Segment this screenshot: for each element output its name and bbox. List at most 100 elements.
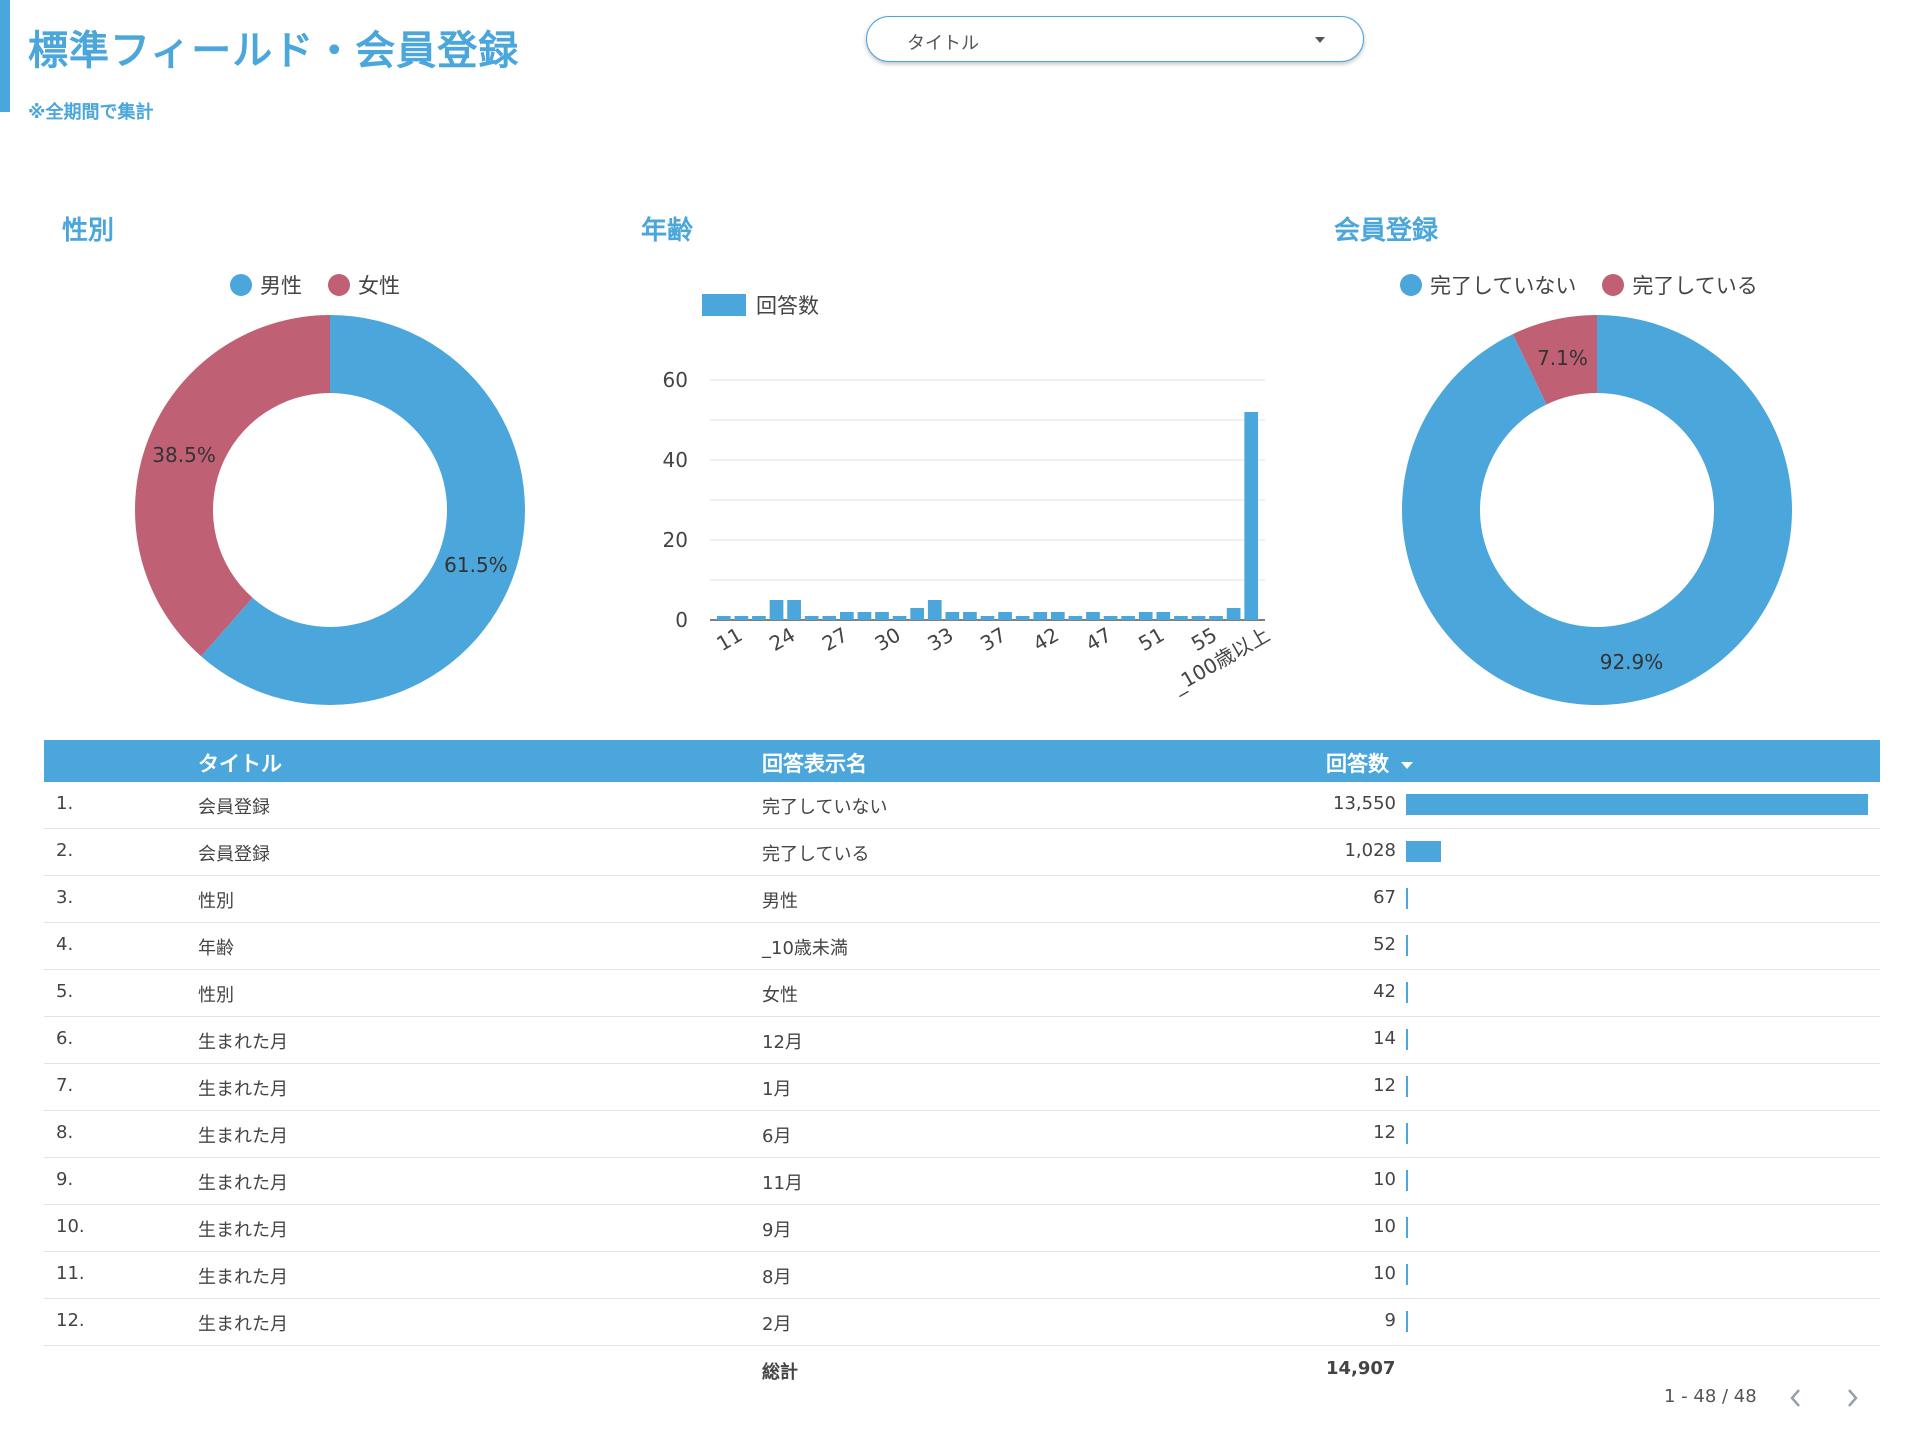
row-count-bar [1406, 888, 1409, 909]
column-header-answer[interactable]: 回答表示名 [762, 748, 867, 778]
row-title: 性別 [198, 891, 234, 912]
row-answer: 1月 [762, 1079, 792, 1100]
x-tick-label: 24 [765, 622, 799, 656]
age-bar[interactable] [839, 612, 854, 620]
table-row[interactable]: 12. 生まれた月 2月 9 [44, 1299, 1880, 1346]
x-tick-label: 33 [923, 622, 957, 656]
registration-donut-chart: 92.9% 7.1% [1402, 315, 1792, 705]
row-title: 生まれた月 [198, 1314, 288, 1335]
age-bar[interactable] [1068, 616, 1083, 620]
age-bar[interactable] [1086, 612, 1100, 620]
row-answer: 女性 [762, 985, 798, 1006]
slice-value-label: 61.5% [444, 553, 508, 577]
responses-table: タイトル 回答表示名 回答数 1. 会員登録 完了していない 13,550 2. 会員登録… [44, 740, 1880, 1392]
page-subtitle: ※全期間で集計 [28, 102, 154, 123]
table-row[interactable]: 9. 生まれた月 11月 10 [44, 1158, 1880, 1205]
age-bar[interactable] [1156, 612, 1171, 620]
age-bar[interactable] [716, 616, 731, 620]
age-bar[interactable] [910, 608, 925, 620]
row-answer: 2月 [762, 1314, 792, 1335]
row-count-bar [1406, 841, 1442, 862]
chevron-down-icon [1315, 37, 1325, 43]
row-title: 生まれた月 [198, 1126, 288, 1147]
table-row[interactable]: 6. 生まれた月 12月 14 [44, 1017, 1880, 1064]
age-bar[interactable] [945, 612, 960, 620]
row-count: 10 [1373, 1216, 1396, 1237]
age-bar[interactable] [1244, 412, 1259, 620]
age-bar[interactable] [1103, 616, 1118, 620]
row-count: 52 [1373, 934, 1396, 955]
age-bar[interactable] [875, 612, 889, 620]
table-row[interactable]: 3. 性別 男性 67 [44, 876, 1880, 923]
chevron-right-icon[interactable] [1842, 1386, 1862, 1410]
table-row[interactable]: 7. 生まれた月 1月 12 [44, 1064, 1880, 1111]
row-title: 生まれた月 [198, 1173, 288, 1194]
registration-chart-title: 会員登録 [1334, 216, 1439, 246]
x-tick-label: _100歳以上 [1167, 622, 1274, 697]
age-bar[interactable] [1174, 616, 1188, 620]
row-count: 10 [1373, 1263, 1396, 1284]
row-count: 13,550 [1333, 793, 1396, 814]
row-title: 生まれた月 [198, 1220, 288, 1241]
donut-slice[interactable] [135, 315, 330, 657]
chevron-left-icon[interactable] [1786, 1386, 1806, 1410]
row-answer: 9月 [762, 1220, 792, 1241]
row-answer: 完了していない [762, 797, 888, 818]
row-index: 4. [56, 934, 74, 955]
row-count-bar [1406, 1123, 1408, 1144]
row-answer: 11月 [762, 1173, 803, 1194]
row-answer: 6月 [762, 1126, 792, 1147]
row-count-bar [1406, 1029, 1408, 1050]
age-bar[interactable] [752, 616, 766, 620]
row-count: 67 [1373, 887, 1396, 908]
age-bar-chart: 020406011 24 27 30 33 37 42 47 51 55_100歳以上 [663, 368, 1274, 698]
column-header-title[interactable]: タイトル [198, 748, 282, 778]
x-tick-label: 47 [1082, 622, 1116, 656]
age-bar[interactable] [787, 600, 801, 620]
column-header-count[interactable]: 回答数 [1326, 748, 1413, 778]
age-bar[interactable] [980, 616, 995, 620]
age-bar[interactable] [734, 616, 749, 620]
table-row[interactable]: 2. 会員登録 完了している 1,028 [44, 829, 1880, 876]
row-count: 12 [1373, 1075, 1396, 1096]
pagination-info: 1 - 48 / 48 [1664, 1386, 1757, 1407]
column-header-count-label: 回答数 [1326, 752, 1389, 776]
x-tick-label: 30 [871, 622, 905, 656]
row-answer: 8月 [762, 1267, 792, 1288]
table-row[interactable]: 8. 生まれた月 6月 12 [44, 1111, 1880, 1158]
age-bar[interactable] [892, 616, 907, 620]
age-bar[interactable] [927, 600, 942, 620]
age-bar[interactable] [1191, 616, 1206, 620]
age-bar[interactable] [1050, 612, 1065, 620]
age-bar[interactable] [1226, 608, 1241, 620]
age-bar[interactable] [804, 616, 819, 620]
age-bar[interactable] [1033, 612, 1048, 620]
row-count: 1,028 [1344, 840, 1396, 861]
title-filter-dropdown[interactable]: タイトル [866, 16, 1364, 62]
row-index: 12. [56, 1310, 85, 1331]
table-row[interactable]: 11. 生まれた月 8月 10 [44, 1252, 1880, 1299]
row-count-bar [1406, 1311, 1408, 1332]
row-count: 12 [1373, 1122, 1396, 1143]
row-answer: 12月 [762, 1032, 803, 1053]
x-tick-label: 11 [712, 622, 746, 656]
age-bar[interactable] [963, 612, 977, 620]
age-bar[interactable] [769, 600, 784, 620]
table-row[interactable]: 5. 性別 女性 42 [44, 970, 1880, 1017]
age-bar[interactable] [857, 612, 872, 620]
table-row[interactable]: 10. 生まれた月 9月 10 [44, 1205, 1880, 1252]
age-bar[interactable] [1121, 616, 1136, 620]
table-header: タイトル 回答表示名 回答数 [44, 740, 1880, 782]
table-row[interactable]: 4. 年齢 _10歳未満 52 [44, 923, 1880, 970]
age-bar[interactable] [998, 612, 1012, 620]
table-row[interactable]: 1. 会員登録 完了していない 13,550 [44, 782, 1880, 829]
age-bar[interactable] [1138, 612, 1153, 620]
age-bar[interactable] [1209, 616, 1223, 620]
age-chart-title: 年齢 [641, 216, 694, 246]
gender-donut-chart: 61.5% 38.5% [135, 315, 525, 705]
x-tick-label: 42 [1029, 622, 1063, 656]
age-bar[interactable] [822, 616, 837, 620]
row-count: 42 [1373, 981, 1396, 1002]
age-bar[interactable] [1015, 616, 1030, 620]
row-index: 5. [56, 981, 74, 1002]
